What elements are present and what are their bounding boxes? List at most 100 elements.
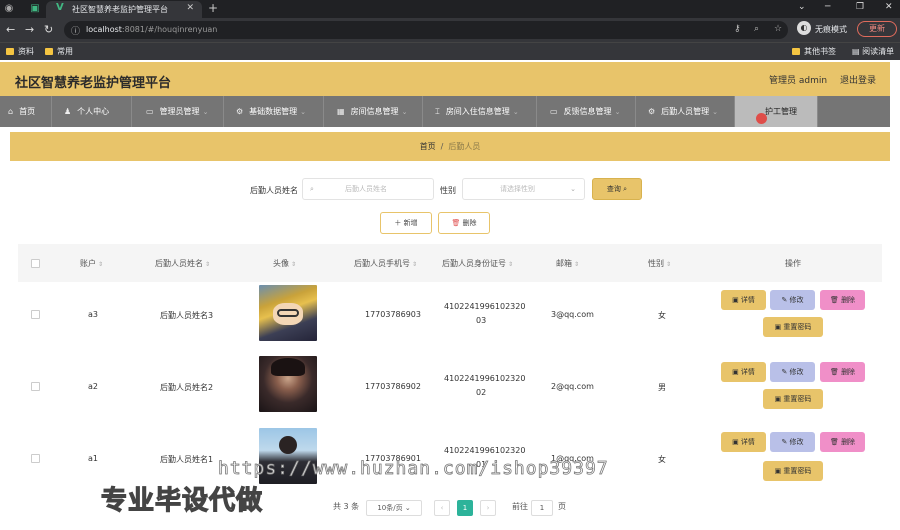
nav-logistics[interactable]: ⚙ 后勤人员管理 ⌄: [636, 96, 735, 127]
sort-icon: ⇕: [98, 261, 104, 268]
reading-list-icon: ▤: [852, 47, 863, 56]
nav-admin[interactable]: ▭ 管理员管理 ⌄: [132, 96, 224, 127]
nav-nurse[interactable]: 护工管理: [735, 96, 818, 127]
restore-icon[interactable]: ❐: [856, 2, 864, 12]
breadcrumb-home[interactable]: 首页: [420, 142, 436, 151]
logout-link[interactable]: 退出登录: [840, 73, 876, 86]
detail-button[interactable]: ▣ 详情: [721, 432, 766, 452]
bookmark-folder-2[interactable]: 常用: [45, 46, 73, 57]
table-header: 账户 ⇕ 后勤人员姓名 ⇕ 头像 ⇕ 后勤人员手机号 ⇕ 后勤人员身份证号 ⇕ 邮箱 ⇕ 性…: [18, 244, 882, 282]
watermark-url: https://www.huzhan.com/ishop39397: [218, 458, 609, 480]
zoom-icon[interactable]: ⌕: [754, 24, 759, 34]
pagination-total: 共 3 条: [333, 502, 360, 511]
avatar-image: [259, 356, 317, 412]
detail-button[interactable]: ▣ 详情: [721, 290, 766, 310]
chevron-down-icon: ⌄: [570, 185, 576, 193]
plus-icon: ＋: [394, 219, 402, 227]
search-icon: ⌕: [310, 185, 314, 193]
add-button[interactable]: ＋ 新增: [380, 212, 432, 234]
pinned-tab-icon[interactable]: ▣: [28, 2, 42, 16]
col-avatar[interactable]: 头像 ⇕: [273, 258, 296, 269]
back-icon[interactable]: ←: [6, 23, 15, 36]
col-phone[interactable]: 后勤人员手机号 ⇕: [354, 258, 417, 269]
close-tab-icon[interactable]: ✕: [186, 3, 194, 13]
col-name[interactable]: 后勤人员姓名 ⇕: [155, 258, 210, 269]
minimize-icon[interactable]: ─: [825, 2, 830, 12]
goto-label: 前往: [512, 502, 528, 511]
bookmark-folder-1[interactable]: 资料: [6, 46, 34, 57]
edit-button[interactable]: ✎ 修改: [770, 362, 815, 382]
query-button[interactable]: 查询 ⌕: [592, 178, 642, 200]
name-filter-label: 后勤人员姓名: [250, 186, 298, 195]
page-size-select[interactable]: 10条/页 ⌄: [366, 500, 422, 516]
new-tab-icon[interactable]: +: [208, 1, 218, 15]
trash-icon: 🗑: [451, 219, 461, 227]
reading-list[interactable]: ▤ 阅读清单: [852, 46, 894, 57]
prev-page-button[interactable]: ‹: [434, 500, 450, 516]
edit-button[interactable]: ✎ 修改: [770, 290, 815, 310]
current-user-label: 管理员 admin: [769, 76, 828, 86]
nav-checkin[interactable]: ⌶ 房间入住信息管理 ⌄: [423, 96, 537, 127]
delete-button[interactable]: 🗑 删除: [820, 290, 865, 310]
tab-title: 社区智慧养老监护管理平台: [72, 5, 168, 14]
close-window-icon[interactable]: ✕: [885, 2, 893, 12]
main-nav: ⌂ 首页 ♟ 个人中心 ▭ 管理员管理 ⌄ ⚙ 基础数据管理 ⌄ ▦ 房间信息管理 ⌄ ⌶ 房间入…: [0, 96, 890, 127]
watermark-text: 专业毕设代做: [100, 485, 264, 516]
incognito-icon[interactable]: ◐: [797, 21, 811, 35]
delete-button[interactable]: 🗑 删除: [820, 362, 865, 382]
breadcrumb: 首页 / 后勤人员: [10, 132, 890, 161]
other-bookmarks[interactable]: 其他书签: [792, 46, 836, 57]
next-page-button[interactable]: ›: [480, 500, 496, 516]
gender-select[interactable]: 请选择性别 ⌄: [462, 178, 585, 200]
vue-logo-icon: V: [56, 2, 64, 13]
key-icon[interactable]: ⚷: [734, 24, 741, 34]
col-account[interactable]: 账户 ⇕: [80, 258, 103, 269]
sort-icon: ⇕: [205, 261, 211, 268]
row-checkbox[interactable]: [31, 382, 40, 391]
browser-toolbar: ← → ↻ ⓘ localhost:8081/#/houqinrenyuan ⚷…: [0, 18, 900, 42]
reset-password-button[interactable]: ▣ 重置密码: [763, 389, 823, 409]
chevron-down-icon: ⌄: [712, 108, 719, 116]
col-idcard[interactable]: 后勤人员身份证号 ⇕: [442, 258, 513, 269]
reload-icon[interactable]: ↻: [44, 23, 53, 36]
nav-room[interactable]: ▦ 房间信息管理 ⌄: [324, 96, 423, 127]
address-bar[interactable]: ⓘ localhost:8081/#/houqinrenyuan ⚷ ⌕ ☆: [64, 21, 788, 39]
col-email[interactable]: 邮箱 ⇕: [556, 258, 579, 269]
batch-delete-button[interactable]: 🗑 删除: [438, 212, 490, 234]
detail-button[interactable]: ▣ 详情: [721, 362, 766, 382]
chevron-down-icon: ⌄: [614, 108, 621, 116]
nav-feedback[interactable]: ▭ 反馈信息管理 ⌄: [537, 96, 636, 127]
bookmark-star-icon[interactable]: ☆: [774, 24, 782, 34]
active-browser-tab[interactable]: V 社区智慧养老监护管理平台 ✕: [46, 1, 202, 18]
update-button[interactable]: 更新: [857, 21, 897, 37]
edit-button[interactable]: ✎ 修改: [770, 432, 815, 452]
search-icon: ⌕: [623, 185, 628, 193]
table-row: a2 后勤人员姓名2 17703786902 4102241996102320 …: [18, 354, 882, 426]
row-checkbox[interactable]: [31, 454, 40, 463]
goto-page-input[interactable]: 1: [531, 500, 553, 516]
page-unit-label: 页: [558, 502, 566, 511]
select-all-checkbox[interactable]: [31, 259, 40, 268]
reset-password-button[interactable]: ▣ 重置密码: [763, 317, 823, 337]
site-info-icon[interactable]: ⓘ: [71, 24, 80, 37]
logistics-icon: ⚙: [648, 107, 656, 116]
nav-profile[interactable]: ♟ 个人中心: [52, 96, 132, 127]
browser-menu-icon[interactable]: ◉: [2, 2, 16, 16]
tab-search-icon[interactable]: ⌄: [798, 2, 806, 12]
feedback-icon: ▭: [550, 107, 558, 116]
row-checkbox[interactable]: [31, 310, 40, 319]
room-icon: ▦: [337, 107, 345, 116]
data-icon: ⚙: [236, 107, 244, 116]
name-search-input[interactable]: ⌕ 后勤人员姓名: [302, 178, 434, 200]
admin-icon: ▭: [146, 107, 154, 116]
col-gender[interactable]: 性别 ⇕: [648, 258, 671, 269]
reset-password-button[interactable]: ▣ 重置密码: [763, 461, 823, 481]
chevron-down-icon: ⌄: [401, 108, 408, 116]
forward-icon[interactable]: →: [25, 23, 34, 36]
nav-basic-data[interactable]: ⚙ 基础数据管理 ⌄: [224, 96, 324, 127]
delete-button[interactable]: 🗑 删除: [820, 432, 865, 452]
nav-home[interactable]: ⌂ 首页: [0, 96, 52, 127]
page-number-current[interactable]: 1: [457, 500, 473, 516]
mouse-cursor: [756, 113, 767, 124]
app-title: 社区智慧养老监护管理平台: [15, 76, 172, 91]
